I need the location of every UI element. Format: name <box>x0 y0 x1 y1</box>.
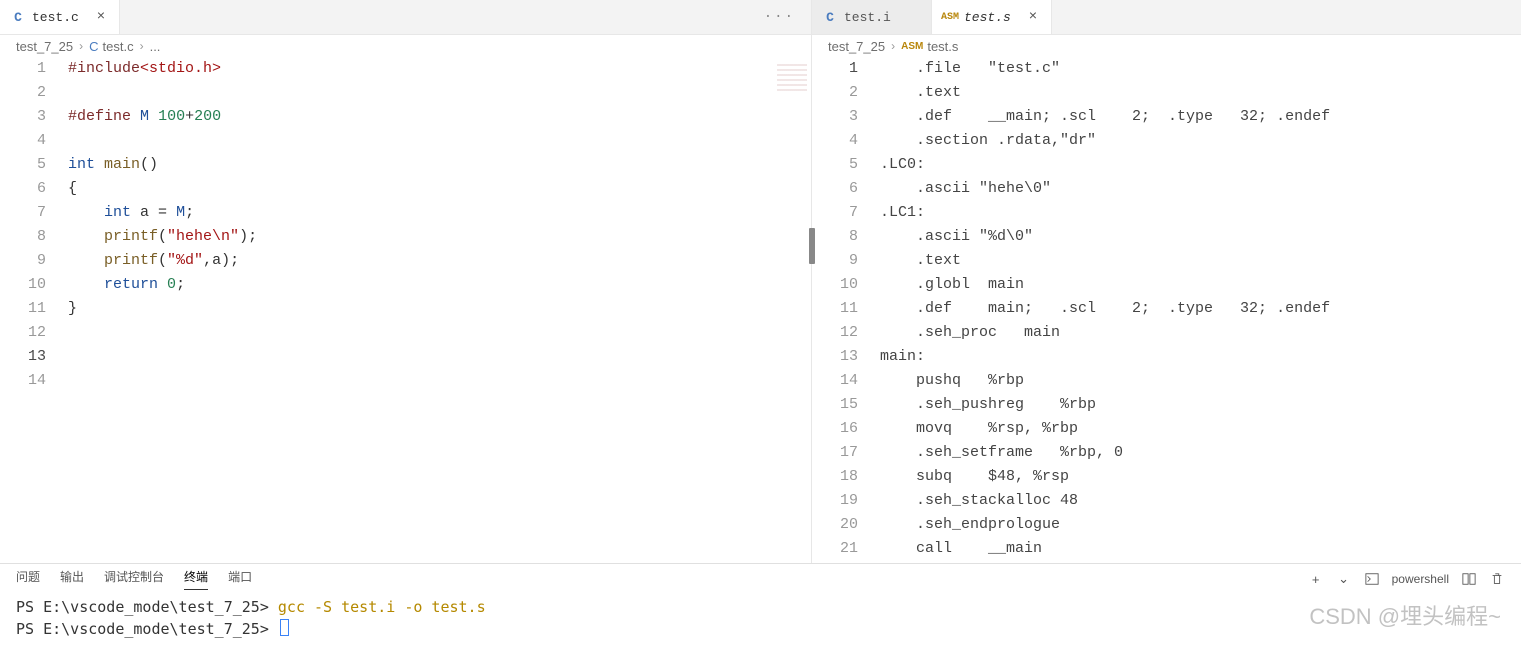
line-number: 1 <box>812 57 858 81</box>
tab-test-i[interactable]: C test.i × <box>812 0 932 34</box>
line-number: 6 <box>812 177 858 201</box>
chevron-right-icon: › <box>140 39 144 53</box>
c-file-icon: C <box>89 39 98 54</box>
line-number: 8 <box>0 225 46 249</box>
line-number: 14 <box>0 369 46 393</box>
line-number: 21 <box>812 537 858 561</box>
tab-label: test.i <box>844 10 891 25</box>
line-number: 8 <box>812 225 858 249</box>
code-lines[interactable]: #include<stdio.h> #define M 100+200 int … <box>68 57 811 563</box>
line-number: 11 <box>0 297 46 321</box>
line-number: 13 <box>812 345 858 369</box>
chevron-right-icon: › <box>79 39 83 53</box>
line-number: 4 <box>0 129 46 153</box>
line-number: 7 <box>812 201 858 225</box>
minimap[interactable] <box>777 61 807 91</box>
panel-actions: + ⌄ powershell <box>1308 571 1505 587</box>
left-tabs: C test.c × ··· <box>0 0 811 35</box>
plus-icon[interactable]: + <box>1308 571 1324 587</box>
left-code-area[interactable]: 1 2 3 4 5 6 7 8 9 10 11 12 13 14 #includ… <box>0 57 811 563</box>
line-number: 1 <box>0 57 46 81</box>
panel-tab-output[interactable]: 输出 <box>60 568 84 590</box>
breadcrumb-folder[interactable]: test_7_25 <box>16 39 73 54</box>
terminal-body[interactable]: PS E:\vscode_mode\test_7_25> gcc -S test… <box>0 594 1521 659</box>
line-number: 18 <box>812 465 858 489</box>
line-number: 15 <box>812 393 858 417</box>
line-number: 16 <box>812 417 858 441</box>
chevron-down-icon[interactable]: ⌄ <box>1336 571 1352 587</box>
panel-tab-ports[interactable]: 端口 <box>228 568 252 590</box>
line-number: 17 <box>812 441 858 465</box>
line-number: 2 <box>0 81 46 105</box>
trash-icon[interactable] <box>1489 571 1505 587</box>
line-number: 5 <box>812 153 858 177</box>
line-number: 11 <box>812 297 858 321</box>
close-icon[interactable]: × <box>93 9 109 25</box>
line-number: 7 <box>0 201 46 225</box>
line-number: 2 <box>812 81 858 105</box>
line-number: 13 <box>0 345 46 369</box>
close-icon[interactable]: × <box>1025 9 1041 25</box>
terminal-cursor <box>280 619 289 636</box>
breadcrumb-folder[interactable]: test_7_25 <box>828 39 885 54</box>
editor-container: C test.c × ··· test_7_25 › C test.c › ..… <box>0 0 1521 563</box>
panel-tab-debug[interactable]: 调试控制台 <box>104 568 164 590</box>
right-editor-pane: C test.i × ASM test.s × test_7_25 › ASM … <box>812 0 1521 563</box>
chevron-right-icon: › <box>891 39 895 53</box>
code-lines[interactable]: .file "test.c" .text .def __main; .scl 2… <box>880 57 1521 563</box>
terminal-profile-icon[interactable] <box>1364 571 1380 587</box>
line-number: 10 <box>0 273 46 297</box>
right-code-area[interactable]: 1 2 3 4 5 6 7 8 9 10 11 12 13 14 15 16 1… <box>812 57 1521 563</box>
breadcrumb-tail[interactable]: ... <box>150 39 161 54</box>
more-actions-icon[interactable]: ··· <box>748 9 811 25</box>
line-number: 12 <box>0 321 46 345</box>
shell-label[interactable]: powershell <box>1392 572 1449 586</box>
line-gutter: 1 2 3 4 5 6 7 8 9 10 11 12 13 14 15 16 1… <box>812 57 880 563</box>
tab-test-s[interactable]: ASM test.s × <box>932 0 1052 34</box>
line-number: 5 <box>0 153 46 177</box>
panel-tabs: 问题 输出 调试控制台 终端 端口 + ⌄ powershell <box>0 564 1521 594</box>
split-icon[interactable] <box>1461 571 1477 587</box>
line-number: 3 <box>0 105 46 129</box>
c-file-icon: C <box>10 10 26 25</box>
breadcrumb[interactable]: test_7_25 › C test.c › ... <box>0 35 811 57</box>
panel-tab-problems[interactable]: 问题 <box>16 568 40 590</box>
line-number: 20 <box>812 513 858 537</box>
line-gutter: 1 2 3 4 5 6 7 8 9 10 11 12 13 14 <box>0 57 68 563</box>
tab-label: test.s <box>964 10 1011 25</box>
tab-test-c[interactable]: C test.c × <box>0 0 120 34</box>
asm-file-icon: ASM <box>942 12 958 23</box>
terminal-line: PS E:\vscode_mode\test_7_25> <box>16 618 1505 640</box>
line-number: 19 <box>812 489 858 513</box>
panel-tab-terminal[interactable]: 终端 <box>184 568 208 590</box>
c-file-icon: C <box>822 10 838 25</box>
line-number: 4 <box>812 129 858 153</box>
line-number: 6 <box>0 177 46 201</box>
line-number: 9 <box>812 249 858 273</box>
line-number: 3 <box>812 105 858 129</box>
line-number: 12 <box>812 321 858 345</box>
left-editor-pane: C test.c × ··· test_7_25 › C test.c › ..… <box>0 0 812 563</box>
asm-file-icon: ASM <box>901 41 923 52</box>
right-tabs: C test.i × ASM test.s × <box>812 0 1521 35</box>
breadcrumb-file[interactable]: test.c <box>103 39 134 54</box>
breadcrumb-file[interactable]: test.s <box>927 39 958 54</box>
tab-label: test.c <box>32 10 79 25</box>
line-number: 9 <box>0 249 46 273</box>
terminal-line: PS E:\vscode_mode\test_7_25> gcc -S test… <box>16 596 1505 618</box>
terminal-panel: 问题 输出 调试控制台 终端 端口 + ⌄ powershell PS E:\v… <box>0 563 1521 659</box>
line-number: 10 <box>812 273 858 297</box>
line-number: 14 <box>812 369 858 393</box>
breadcrumb[interactable]: test_7_25 › ASM test.s <box>812 35 1521 57</box>
